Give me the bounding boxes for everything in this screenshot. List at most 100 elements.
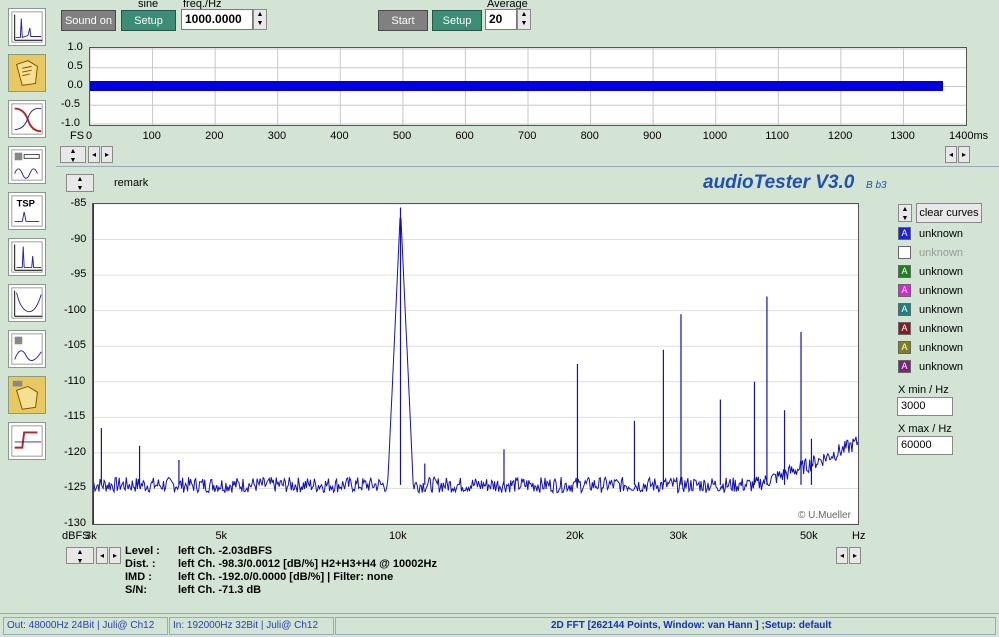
scope-y-zoom-spinner[interactable]: ▲ ▼ [60,146,86,164]
legend-spinner[interactable]: ▲ ▼ [898,204,912,222]
legend-item[interactable]: Aunknown [898,301,963,318]
scope-plot [89,47,967,126]
imd-value: left Ch. -192.0/0.0000 [dB/%] | Filter: … [178,571,394,583]
curve-color-swatch[interactable]: A [898,341,911,354]
legend-item[interactable]: Aunknown [898,320,963,337]
frequency-response-icon[interactable] [8,284,46,322]
scope-scroll-right[interactable]: ▸ [101,146,113,163]
legend-label: unknown [919,322,964,335]
xmin-input[interactable]: 3000 [897,397,953,416]
spectrum-y-tick: -90 [70,232,87,245]
spectrum-y-tick: -110 [64,374,86,387]
spectrum-zoom-left[interactable]: ◂ [836,547,848,564]
spectrum-y-tick: -85 [70,197,87,209]
scope-fs-label: FS [70,130,85,142]
generator-icon[interactable] [8,146,46,184]
curve-color-swatch[interactable]: A [898,227,911,240]
scope-x-tick: 1000 [702,130,728,142]
xmax-label: X max / Hz [898,423,952,435]
scope-x-tick: 200 [205,130,224,142]
scope-zoom-right[interactable]: ▸ [958,146,970,163]
scope-x-tick: 0 [86,130,93,142]
scope-x-unit: 1400ms [949,130,989,142]
legend-label: unknown [919,341,964,354]
legend-item[interactable]: Aunknown [898,282,963,299]
scope-y-tick: 0.5 [67,60,83,72]
remark-label: remark [114,177,149,189]
spectrum-scroll-right[interactable]: ▸ [109,547,121,564]
clear-curves-button[interactable]: clear curves [916,203,982,223]
wave-file-icon[interactable] [8,376,46,414]
brand-build: B b3 [866,180,887,191]
curve-color-swatch[interactable]: A [898,322,911,335]
legend-label: unknown [919,303,964,316]
legend-label: unknown [919,227,964,240]
scope-x-tick: 800 [580,130,599,142]
scope-x-tick: 300 [267,130,287,142]
scope-x-tick: 700 [518,130,537,142]
spectrum-x-tick: 50k [799,530,818,542]
spectrum-scroll-left[interactable]: ◂ [96,547,108,564]
level-label: Level : [125,545,160,557]
sound-file-icon[interactable] [8,54,46,92]
remark-spinner[interactable]: ▲ ▼ [66,174,94,192]
spectrum-zoom-right[interactable]: ▸ [849,547,861,564]
spectrum-x-tick: 30k [669,530,688,542]
analyzer-setup-button[interactable]: Setup [432,10,482,31]
scope-x-tick: 1100 [765,130,789,142]
spectrum-view-icon[interactable] [8,8,46,46]
curve-color-swatch[interactable]: A [898,303,911,316]
spectrum-noise-trace [93,217,858,495]
scope-waveform [90,81,943,91]
legend-item[interactable]: Aunknown [898,225,963,242]
scope-y-tick: -0.5 [61,98,80,110]
scope-x-tick: 1300 [890,130,915,142]
spectrum-y-zoom-spinner[interactable]: ▲ ▼ [66,547,94,565]
imd-label: IMD : [125,571,152,583]
scope-y-tick: 0.0 [67,79,83,91]
scope-x-tick: 1200 [827,130,853,142]
scope-x-tick: 500 [392,130,412,142]
start-button[interactable]: Start [378,10,428,31]
frequency-spinner[interactable]: ▲ ▼ [253,9,267,30]
legend-item[interactable]: unknown [898,244,963,261]
curve-color-swatch[interactable]: A [898,360,911,373]
status-output: Out: 48000Hz 24Bit | Juli@ Ch12 [3,617,168,635]
scope-x-tick: 100 [142,130,161,142]
generator-setup-button[interactable]: Setup [121,10,176,31]
dist-label: Dist. : [125,558,156,570]
legend-item[interactable]: Aunknown [898,358,963,375]
spectrum-chart [93,204,858,524]
divider [56,166,999,167]
scope-zoom-left[interactable]: ◂ [945,146,957,163]
curve-color-swatch[interactable]: A [898,284,911,297]
fft-icon[interactable] [8,238,46,276]
curve-color-swatch[interactable] [898,246,911,259]
legend-item[interactable]: Aunknown [898,263,963,280]
step-response-icon[interactable] [8,422,46,460]
spectrum-y-tick: -95 [70,268,87,281]
brand-title: audioTester V3.0 [703,172,855,193]
svg-text:TSP: TSP [17,198,35,209]
scope-trace [90,48,966,125]
curve-color-swatch[interactable]: A [898,265,911,278]
scope-x-tick: 900 [643,130,662,142]
scope-y-tick: 1.0 [67,41,83,53]
sound-on-button[interactable]: Sound on [61,10,116,31]
sine-label: sine [138,0,159,10]
average-input[interactable]: 20 [485,9,517,30]
spectrum-x-tick: 5k [215,530,228,542]
tsp-icon[interactable]: TSP [8,192,46,230]
average-spinner[interactable]: ▲ ▼ [517,9,531,30]
legend-item[interactable]: Aunknown [898,339,963,356]
sn-value: left Ch. -71.3 dB [178,584,262,596]
scope-scroll-left[interactable]: ◂ [88,146,100,163]
xmax-input[interactable]: 60000 [897,436,953,455]
frequency-input[interactable]: 1000.0000 [181,9,253,30]
sweep-generator-icon[interactable] [8,330,46,368]
status-input: In: 192000Hz 32Bit | Juli@ Ch12 [169,617,334,635]
spectrum-y-tick: -130 [64,517,87,529]
status-bar: Out: 48000Hz 24Bit | Juli@ Ch12 In: 1920… [0,613,999,637]
filter-response-icon[interactable] [8,100,46,138]
status-fft: 2D FFT [262144 Points, Window: van Hann … [335,617,996,635]
